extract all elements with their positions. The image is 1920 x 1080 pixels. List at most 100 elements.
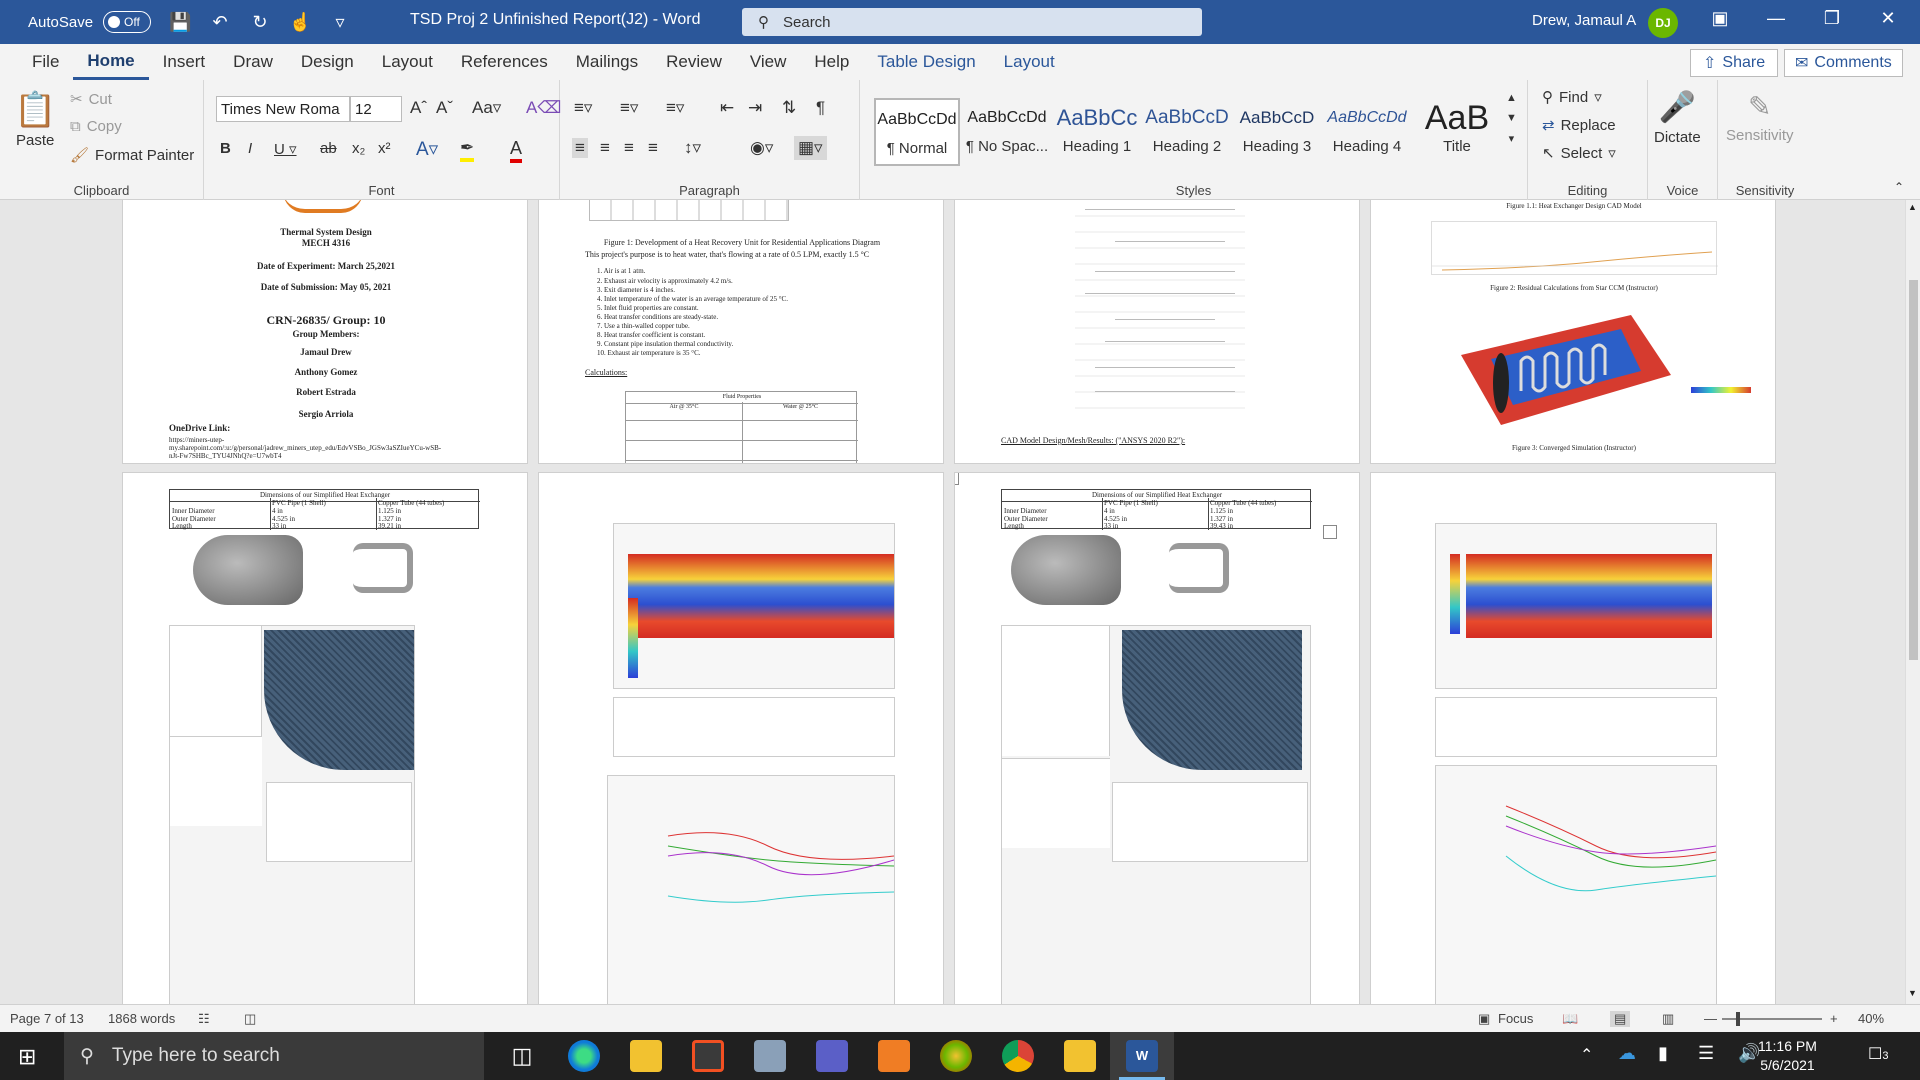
chrome-icon[interactable]: [1002, 1040, 1034, 1072]
page-1[interactable]: Thermal System Design MECH 4316 Date of …: [122, 200, 528, 464]
chevron-down-icon[interactable]: ▼: [1506, 112, 1517, 124]
page-5[interactable]: Dimensions of our Simplified Heat Exchan…: [122, 472, 528, 1004]
autosave-control[interactable]: AutoSave Off: [28, 11, 152, 33]
tab-help[interactable]: Help: [800, 44, 863, 80]
scrollbar-thumb[interactable]: [1909, 280, 1918, 660]
edge-icon[interactable]: [568, 1040, 600, 1072]
page-4[interactable]: Figure 1.1: Heat Exchanger Design CAD Mo…: [1370, 200, 1776, 464]
folder-icon[interactable]: [1064, 1040, 1096, 1072]
macro-icon[interactable]: ◫: [244, 1011, 256, 1027]
clear-formatting-icon[interactable]: A⌫: [526, 98, 561, 118]
text-effects-icon[interactable]: A▿: [416, 138, 438, 161]
tab-design[interactable]: Design: [287, 44, 368, 80]
justify-icon[interactable]: ≡: [648, 138, 658, 158]
zoom-level[interactable]: 40%: [1858, 1011, 1884, 1026]
document-area[interactable]: Thermal System Design MECH 4316 Date of …: [0, 200, 1905, 1004]
show-formatting-icon[interactable]: ¶: [816, 98, 825, 118]
numbering-icon[interactable]: ≡▿: [620, 98, 638, 118]
restore-icon[interactable]: ❐: [1812, 8, 1852, 29]
save-icon[interactable]: 💾: [169, 12, 191, 33]
font-name-select[interactable]: Times New Roma: [216, 96, 350, 122]
word-count[interactable]: 1868 words: [108, 1011, 175, 1026]
sort-icon[interactable]: ⇅: [782, 98, 796, 118]
focus-label[interactable]: Focus: [1498, 1011, 1533, 1026]
undo-icon[interactable]: ↶: [209, 12, 231, 33]
shrink-font-icon[interactable]: Aˇ: [436, 98, 453, 118]
clock[interactable]: 11:16 PM 5/6/2021: [1758, 1037, 1817, 1075]
borders-icon[interactable]: ▦▿: [794, 136, 827, 160]
ribbon-display-icon[interactable]: ▣: [1700, 8, 1740, 29]
font-size-select[interactable]: 12: [350, 96, 402, 122]
page-7[interactable]: Dimensions of our Simplified Heat Exchan…: [954, 472, 1360, 1004]
tab-view[interactable]: View: [736, 44, 801, 80]
tab-draw[interactable]: Draw: [219, 44, 287, 80]
subscript-icon[interactable]: x₂: [352, 140, 365, 157]
tab-table-layout[interactable]: Layout: [990, 44, 1069, 80]
zoom-thumb[interactable]: [1736, 1012, 1740, 1026]
web-layout-icon[interactable]: ▥: [1662, 1011, 1674, 1027]
sensitivity-button[interactable]: ✎ Sensitivity: [1726, 90, 1794, 144]
user-name[interactable]: Drew, Jamaul A: [1532, 12, 1636, 29]
style-title[interactable]: AaB Title: [1414, 98, 1500, 166]
battery-icon[interactable]: ▮: [1658, 1043, 1668, 1064]
collapse-ribbon-icon[interactable]: ⌃: [1894, 180, 1904, 194]
style-normal[interactable]: AaBbCcDd ¶ Normal: [874, 98, 960, 166]
shading-icon[interactable]: ◉▿: [750, 138, 773, 158]
show-hidden-icons[interactable]: ⌃: [1580, 1045, 1593, 1065]
comments-button[interactable]: ✉ Comments: [1784, 49, 1903, 77]
chevron-up-icon[interactable]: ▲: [1506, 92, 1517, 104]
superscript-icon[interactable]: x²: [378, 140, 391, 157]
tab-insert[interactable]: Insert: [149, 44, 220, 80]
tab-review[interactable]: Review: [652, 44, 736, 80]
customize-toolbar-icon[interactable]: ▿: [329, 12, 351, 33]
tab-mailings[interactable]: Mailings: [562, 44, 652, 80]
avatar[interactable]: DJ: [1648, 8, 1678, 38]
paint-icon[interactable]: [940, 1040, 972, 1072]
tab-file[interactable]: File: [18, 44, 73, 80]
search-box[interactable]: ⚲ Search: [742, 8, 1202, 36]
styles-scroll[interactable]: ▲ ▼ ▾: [1506, 92, 1517, 145]
style-heading-2[interactable]: AaBbCcD Heading 2: [1144, 98, 1230, 166]
replace-button[interactable]: ⇄ Replace: [1542, 116, 1616, 135]
taskbar-search[interactable]: ⚲ Type here to search: [64, 1032, 484, 1080]
zoom-out-icon[interactable]: —: [1704, 1011, 1717, 1026]
print-layout-icon[interactable]: ▤: [1610, 1011, 1631, 1027]
dictate-button[interactable]: 🎤 Dictate: [1654, 90, 1701, 146]
read-mode-icon[interactable]: 📖: [1562, 1011, 1578, 1027]
tab-home[interactable]: Home: [73, 44, 149, 80]
style-no-spacing[interactable]: AaBbCcDd ¶ No Spac...: [964, 98, 1050, 166]
autosave-toggle[interactable]: Off: [103, 11, 152, 33]
tab-references[interactable]: References: [447, 44, 562, 80]
scroll-up-icon[interactable]: ▲: [1908, 202, 1917, 212]
touch-mode-icon[interactable]: ☝: [289, 12, 311, 33]
mail-app-icon[interactable]: [754, 1040, 786, 1072]
copy-button[interactable]: ⧉ Copy: [70, 118, 122, 135]
table-move-handle[interactable]: ✛: [955, 473, 959, 485]
more-styles-icon[interactable]: ▾: [1509, 132, 1515, 145]
focus-icon[interactable]: ▣: [1478, 1011, 1490, 1027]
onedrive-icon[interactable]: ☁: [1618, 1043, 1636, 1064]
strikethrough-icon[interactable]: ab: [320, 140, 337, 157]
page-8[interactable]: [1370, 472, 1776, 1004]
onedrive-link[interactable]: nJt-Fw7SHBc_TYU4JNhQ?e=U7wbT4: [169, 451, 281, 462]
table-resize-handle[interactable]: [1323, 525, 1337, 539]
paste-button[interactable]: 📋 Paste: [14, 90, 56, 149]
store-icon[interactable]: [692, 1040, 724, 1072]
style-heading-4[interactable]: AaBbCcDd Heading 4: [1324, 98, 1410, 166]
align-left-icon[interactable]: ≡: [572, 138, 588, 158]
cad-results-link[interactable]: CAD Model Design/Mesh/Results: ("ANSYS 2…: [1001, 435, 1185, 446]
style-heading-1[interactable]: AaBbCc Heading 1: [1054, 98, 1140, 166]
word-taskbar-button[interactable]: W: [1110, 1032, 1174, 1080]
find-button[interactable]: ⚲ Find ▿: [1542, 88, 1602, 107]
page-6[interactable]: [538, 472, 944, 1004]
vertical-scrollbar[interactable]: ▲ ▼: [1905, 200, 1920, 1004]
page-2[interactable]: Figure 1: Development of a Heat Recovery…: [538, 200, 944, 464]
underline-icon[interactable]: U ▿: [274, 140, 297, 158]
zoom-slider[interactable]: [1722, 1012, 1822, 1026]
align-right-icon[interactable]: ≡: [624, 138, 634, 158]
task-view-icon[interactable]: ◫: [506, 1040, 538, 1072]
share-button[interactable]: ⇧ Share: [1690, 49, 1779, 77]
bold-icon[interactable]: B: [220, 140, 231, 157]
cut-button[interactable]: ✂ Cut: [70, 90, 112, 109]
italic-icon[interactable]: I: [248, 140, 252, 157]
